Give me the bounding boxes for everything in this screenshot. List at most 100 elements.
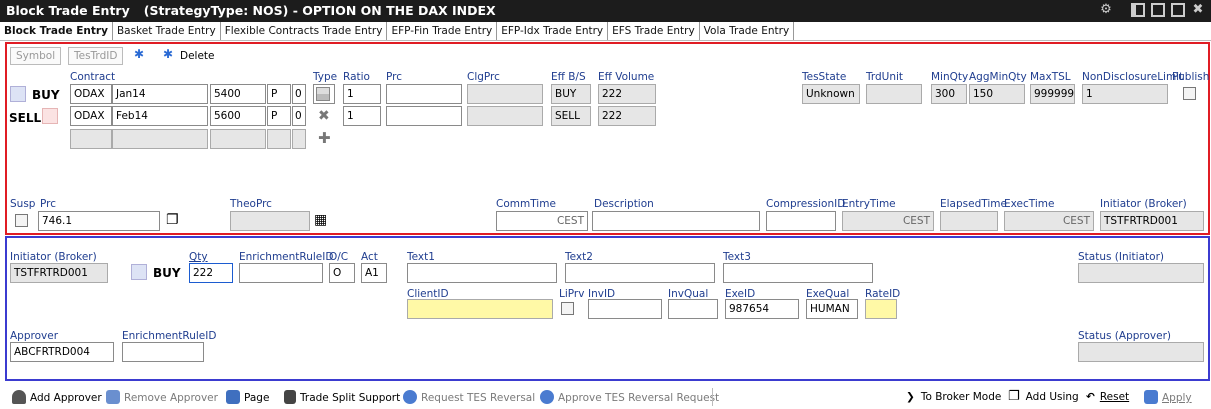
leg2-strike[interactable]: 5600 <box>210 106 266 126</box>
add-approver-button[interactable]: Add Approver <box>12 390 102 405</box>
close-icon[interactable]: ✖ <box>1191 3 1205 17</box>
leg1-effvol: 222 <box>598 84 656 104</box>
invid-field[interactable] <box>588 299 662 319</box>
text3-field[interactable] <box>723 263 873 283</box>
new-leg-strike[interactable] <box>210 129 266 149</box>
theoprc-label: TheoPrc <box>230 198 272 210</box>
refresh-icon[interactable]: ✱ <box>134 47 144 61</box>
window-title: Block Trade Entry <box>6 3 130 18</box>
compressionid-field[interactable] <box>766 211 836 231</box>
tab-efs[interactable]: EFS Trade Entry <box>608 22 700 40</box>
exectime-label: ExecTime <box>1004 198 1055 210</box>
act-field[interactable]: A1 <box>361 263 387 283</box>
leg2-effvol: 222 <box>598 106 656 126</box>
restore-icon[interactable] <box>1131 3 1145 17</box>
status-initiator-field <box>1078 263 1204 283</box>
leg2-clgprc <box>467 106 543 126</box>
leg1-type-icon[interactable] <box>313 84 335 104</box>
minqty-field: 300 <box>931 84 967 104</box>
invqual-field[interactable] <box>668 299 718 319</box>
tab-vola[interactable]: Vola Trade Entry <box>699 22 795 40</box>
trade-split-label: Trade Split Support <box>300 392 401 404</box>
delete-button[interactable]: Delete <box>180 50 215 62</box>
gear-icon[interactable]: ⚙ <box>1099 3 1113 17</box>
split-icon <box>284 390 296 404</box>
exeid-field[interactable]: 987654 <box>725 299 799 319</box>
remove-approver-button[interactable]: Remove Approver <box>106 390 218 405</box>
approve-reversal-button[interactable]: Approve TES Reversal Request <box>540 390 719 405</box>
approve-reversal-label: Approve TES Reversal Request <box>558 392 720 404</box>
leg2-ratio[interactable]: 1 <box>343 106 381 126</box>
copy-icon[interactable]: ❐ <box>166 213 179 227</box>
tab-efp-idx[interactable]: EFP-Idx Trade Entry <box>497 22 609 40</box>
remove-leg-icon[interactable]: ✖ <box>318 109 330 123</box>
tab-flexible-contracts[interactable]: Flexible Contracts Trade Entry <box>220 22 388 40</box>
tab-block-trade-entry[interactable]: Block Trade Entry <box>0 22 113 40</box>
delete-icon[interactable]: ✱ <box>163 47 173 61</box>
new-leg-expiry[interactable] <box>112 129 208 149</box>
clientid-field[interactable] <box>407 299 553 319</box>
exequal-field[interactable]: HUMAN <box>806 299 858 319</box>
page-button[interactable]: Page <box>226 390 269 405</box>
leg1-version[interactable]: 0 <box>292 84 306 104</box>
leg1-strike[interactable]: 5400 <box>210 84 266 104</box>
minimize-icon[interactable] <box>1171 3 1185 17</box>
new-leg-product[interactable] <box>70 129 112 149</box>
leg1-ratio[interactable]: 1 <box>343 84 381 104</box>
apply-button[interactable]: Apply <box>1144 390 1192 405</box>
effbs-header: Eff B/S <box>551 71 586 83</box>
testrdid-button[interactable]: TesTrdID <box>68 47 124 65</box>
description-label: Description <box>594 198 654 210</box>
symbol-button[interactable]: Symbol <box>10 47 62 65</box>
trade-prc-field[interactable]: 746.1 <box>38 211 160 231</box>
description-field[interactable] <box>592 211 760 231</box>
enrichment-field[interactable] <box>239 263 323 283</box>
trade-split-button[interactable]: Trade Split Support <box>284 390 400 405</box>
text1-field[interactable] <box>407 263 557 283</box>
status-approver-label: Status (Approver) <box>1078 330 1172 342</box>
susp-checkbox[interactable] <box>15 214 28 227</box>
add-leg-icon[interactable]: ✚ <box>318 131 331 146</box>
tab-basket-trade-entry[interactable]: Basket Trade Entry <box>112 22 221 40</box>
leg2-callput[interactable]: P <box>267 106 291 126</box>
leg1-prc[interactable] <box>386 84 462 104</box>
new-leg-callput[interactable] <box>267 129 291 149</box>
page-icon <box>226 390 240 404</box>
new-leg-version[interactable] <box>292 129 306 149</box>
aggminqty-header: AggMinQty <box>969 71 1027 83</box>
add-using-button[interactable]: ❐ Add Using <box>1008 390 1079 404</box>
calculator-icon[interactable]: ▦ <box>314 213 327 227</box>
leg1-product[interactable]: ODAX <box>70 84 112 104</box>
leg1-expiry[interactable]: Jan14 <box>112 84 208 104</box>
document-icon: ❐ <box>1008 389 1020 404</box>
rateid-field[interactable] <box>865 299 897 319</box>
text2-field[interactable] <box>565 263 715 283</box>
leg2-product[interactable]: ODAX <box>70 106 112 126</box>
approver-field[interactable]: ABCFRTRD004 <box>10 342 114 362</box>
reset-button[interactable]: ↶ Reset <box>1086 390 1129 404</box>
approve-reversal-icon <box>540 390 554 404</box>
leg2-version[interactable]: 0 <box>292 106 306 126</box>
oc-field[interactable]: O <box>329 263 355 283</box>
leg2-expiry[interactable]: Feb14 <box>112 106 208 126</box>
leg2-prc[interactable] <box>386 106 462 126</box>
reversal-icon <box>403 390 417 404</box>
maximize-icon[interactable] <box>1151 3 1165 17</box>
approver-label: Approver <box>10 330 59 342</box>
to-broker-button[interactable]: ❯ To Broker Mode <box>906 390 1001 404</box>
enrichment-label: EnrichmentRuleID <box>239 251 334 263</box>
tesstate-field: Unknown <box>802 84 860 104</box>
apply-icon <box>1144 390 1158 404</box>
request-reversal-button[interactable]: Request TES Reversal <box>403 390 535 405</box>
commtime-field[interactable]: CEST <box>496 211 588 231</box>
window-controls: ⚙ ✖ <box>1099 3 1205 19</box>
liprv-checkbox[interactable] <box>561 302 574 315</box>
entrytime-label: EntryTime <box>842 198 896 210</box>
text3-label: Text3 <box>723 251 751 263</box>
qty-field[interactable]: 222 <box>189 263 233 283</box>
enrichment2-field[interactable] <box>122 342 204 362</box>
tab-efp-fin[interactable]: EFP-Fin Trade Entry <box>387 22 498 40</box>
title-bar: Block Trade Entry (StrategyType: NOS) - O… <box>0 0 1211 22</box>
publish-checkbox[interactable] <box>1183 87 1196 100</box>
leg1-callput[interactable]: P <box>267 84 291 104</box>
